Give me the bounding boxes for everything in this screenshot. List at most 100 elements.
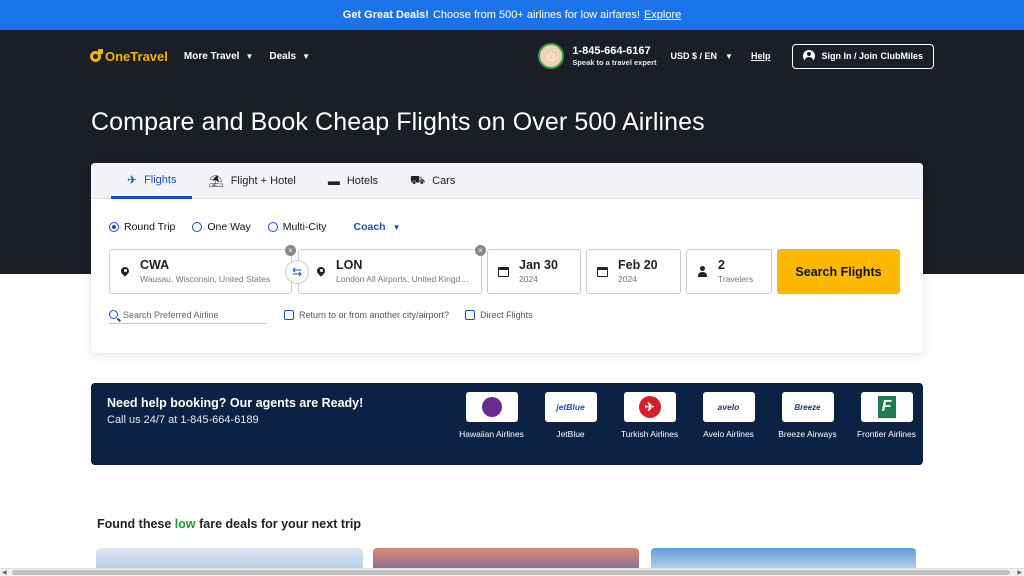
radio-one-way[interactable]: One Way: [192, 221, 251, 233]
tab-flight-hotel[interactable]: ⛱ Flight + Hotel: [192, 163, 311, 199]
tab-hotels[interactable]: ▬ Hotels: [312, 163, 394, 199]
swap-locations-button[interactable]: ⇆: [285, 260, 309, 284]
airline-placeholder: Search Preferred Airline: [123, 309, 219, 320]
signin-button[interactable]: Sign In / Join ClubMiles: [792, 43, 934, 69]
phone-contact[interactable]: ☺ 1-845-664-6167 Speak to a travel exper…: [538, 43, 657, 69]
tab-label: Hotels: [346, 175, 379, 187]
scroll-left-icon[interactable]: ◀: [2, 569, 7, 576]
origin-field[interactable]: CWA Wausau, Wisconsin, United States ×: [109, 245, 296, 294]
destination-field[interactable]: LON London All Airports, United Kingdom …: [298, 245, 486, 294]
breeze-wordmark: Breeze: [794, 402, 821, 412]
turkish-logo: ✈: [623, 392, 676, 422]
deals-highlight: low: [174, 517, 196, 531]
tab-cars[interactable]: ⛟ Cars: [394, 163, 471, 199]
travelers-label: Travelers: [718, 274, 754, 285]
return-other-city-checkbox[interactable]: Return to or from another city/airport?: [284, 310, 449, 320]
chevron-down-icon: ▼: [725, 51, 733, 61]
return-date: Feb 20: [618, 257, 658, 272]
phone-number: 1-845-664-6167: [572, 45, 651, 58]
return-date-field[interactable]: Feb 20 2024: [586, 249, 681, 294]
clear-destination-icon[interactable]: ×: [475, 245, 486, 256]
radio-dot: [192, 222, 203, 232]
agent-avatar: ☺: [538, 43, 565, 69]
airline-list: Hawaiian Airlines jetBlue JetBlue ✈ Turk…: [452, 392, 926, 440]
airline-name: JetBlue: [556, 429, 585, 439]
radio-label: One Way: [207, 221, 251, 233]
bed-icon: ▬: [327, 174, 340, 188]
hawaiian-flower-icon: [481, 397, 502, 417]
currency-selector[interactable]: USD $ / EN ▼: [671, 51, 733, 61]
depart-date-field[interactable]: Jan 30 2024: [487, 249, 581, 294]
deal-card[interactable]: [651, 548, 916, 570]
checkbox-box: [284, 310, 294, 320]
help-link[interactable]: Help: [751, 51, 771, 61]
product-tabs: ✈ Flights ⛱ Flight + Hotel ▬ Hotels ⛟ Ca…: [91, 163, 923, 199]
user-icon: [803, 50, 816, 62]
tab-flights[interactable]: ✈ Flights: [111, 163, 193, 199]
cabin-class-dropdown[interactable]: Coach ▼: [354, 221, 401, 233]
checkbox-box: [465, 310, 476, 320]
depart-year: 2024: [519, 274, 538, 285]
travelers-count: 2: [718, 257, 725, 272]
frontier-f-icon: F: [877, 396, 896, 418]
cabin-label: Coach: [353, 221, 386, 233]
preferred-airline-input[interactable]: Search Preferred Airline: [109, 306, 266, 324]
search-icon: [109, 310, 118, 319]
direct-flights-checkbox[interactable]: Direct Flights: [465, 310, 533, 320]
onetravel-logo[interactable]: OneTravel: [90, 48, 168, 64]
checkbox-label: Return to or from another city/airport?: [299, 310, 450, 320]
airline-hawaiian[interactable]: Hawaiian Airlines: [452, 392, 531, 440]
radio-multi-city[interactable]: Multi-City: [267, 221, 327, 233]
beach-icon: ⛱: [208, 174, 224, 188]
signin-label: Sign In / Join: [821, 51, 878, 61]
airline-avelo[interactable]: avelo Avelo Airlines: [689, 392, 768, 440]
more-travel-menu[interactable]: More Travel ▼: [184, 51, 254, 62]
travelers-field[interactable]: 2 Travelers: [686, 249, 772, 294]
search-fields: CWA Wausau, Wisconsin, United States × ⇆…: [109, 245, 900, 294]
calendar-icon: [498, 266, 509, 277]
origin-code: CWA: [140, 257, 170, 272]
phone-text: 1-845-664-6167 Speak to a travel expert: [572, 45, 656, 66]
tab-label: Cars: [432, 175, 456, 187]
depart-date: Jan 30: [519, 257, 558, 272]
explore-link[interactable]: Explore: [644, 9, 681, 21]
avelo-wordmark: avelo: [717, 402, 740, 412]
deals-label: Deals: [269, 50, 297, 62]
airline-jetblue[interactable]: jetBlue JetBlue: [531, 392, 610, 440]
deals-heading: Found these low fare deals for your next…: [97, 517, 361, 531]
deal-card[interactable]: [96, 548, 363, 570]
chevron-down-icon: ▼: [245, 51, 254, 61]
airline-turkish[interactable]: ✈ Turkish Airlines: [610, 392, 689, 440]
promo-banner: Get Great Deals! Choose from 500+ airlin…: [0, 0, 1024, 30]
airline-frontier[interactable]: F Frontier Airlines: [847, 392, 926, 440]
turkish-bird-icon: ✈: [638, 396, 661, 418]
avelo-logo: avelo: [702, 392, 755, 422]
more-travel-label: More Travel: [183, 50, 240, 62]
return-year: 2024: [618, 274, 637, 285]
tab-label: Flight + Hotel: [230, 175, 296, 187]
car-icon: ⛟: [410, 173, 426, 187]
radio-label: Multi-City: [282, 221, 327, 233]
help-banner-subtitle: Call us 24/7 at 1-845-664-6189: [107, 414, 259, 426]
help-banner-title: Need help booking? Our agents are Ready!: [107, 396, 364, 410]
radio-round-trip[interactable]: Round Trip: [109, 221, 175, 233]
location-pin-icon: [316, 267, 326, 277]
logo-text: OneTravel: [105, 48, 168, 64]
horizontal-scrollbar[interactable]: ◀ ▶: [0, 568, 1024, 576]
scrollbar-thumb[interactable]: [12, 570, 1010, 575]
radio-dot: [267, 222, 278, 232]
search-flights-button[interactable]: Search Flights: [777, 249, 900, 294]
deals-menu[interactable]: Deals ▼: [269, 51, 310, 62]
airline-name: Hawaiian Airlines: [459, 429, 524, 439]
search-widget: ✈ Flights ⛱ Flight + Hotel ▬ Hotels ⛟ Ca…: [91, 163, 923, 353]
airline-breeze[interactable]: Breeze Breeze Airways: [768, 392, 847, 440]
chevron-down-icon: ▼: [392, 222, 401, 232]
tab-label: Flights: [144, 173, 177, 186]
clear-origin-icon[interactable]: ×: [285, 245, 296, 256]
origin-name: Wausau, Wisconsin, United States: [140, 274, 271, 285]
scroll-right-icon[interactable]: ▶: [1017, 569, 1022, 576]
deal-card[interactable]: [373, 548, 639, 570]
airline-name: Frontier Airlines: [856, 429, 917, 439]
radio-dot: [109, 222, 119, 232]
chevron-down-icon: ▼: [302, 51, 310, 61]
